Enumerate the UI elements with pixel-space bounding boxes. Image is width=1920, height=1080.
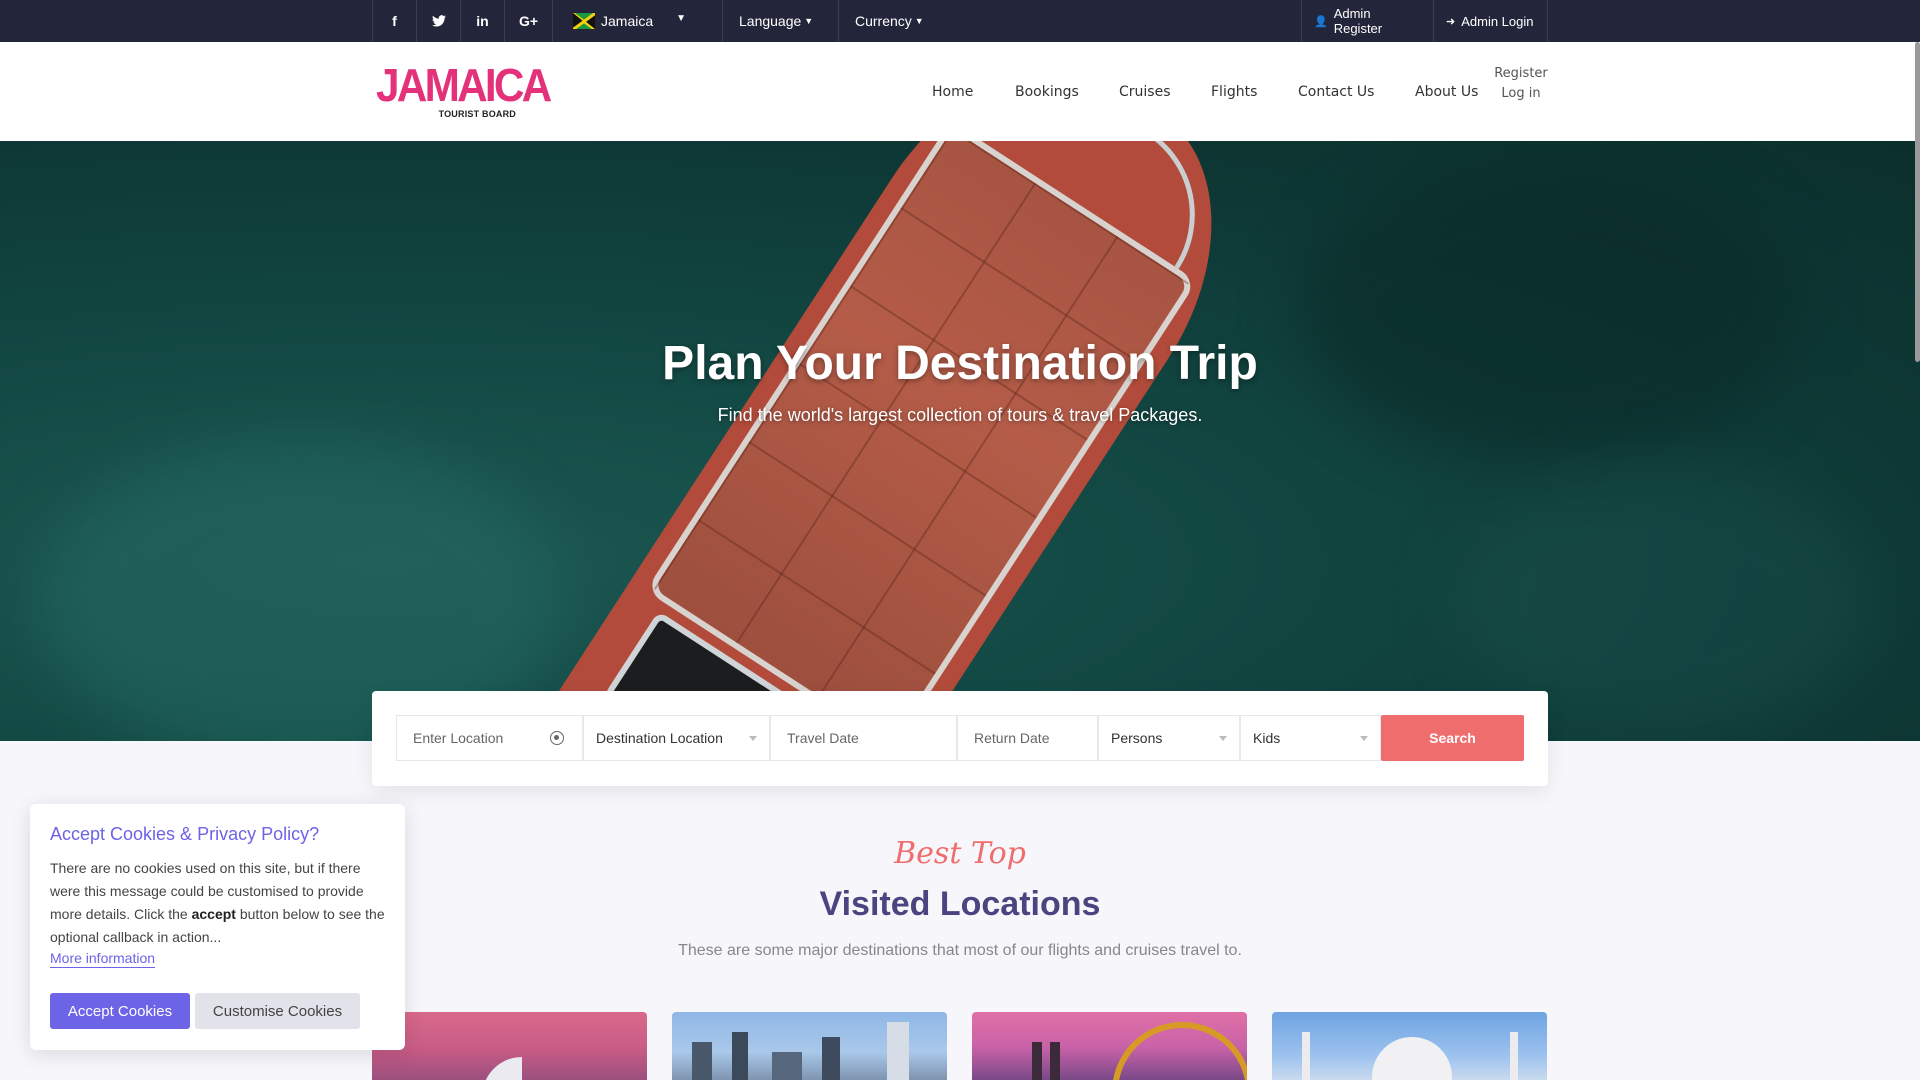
hero-banner: Plan Your Destination Trip Find the worl… [0, 141, 1920, 741]
location-card-taj-mahal[interactable] [1272, 1012, 1547, 1080]
location-input[interactable]: Enter Location [396, 715, 583, 761]
jamaica-flag-icon [573, 13, 595, 29]
register-link[interactable]: Register [1484, 64, 1558, 84]
cookie-consent-popup: Accept Cookies & Privacy Policy? There a… [30, 804, 405, 1050]
admin-login-link[interactable]: ➜ Admin Login [1433, 0, 1548, 42]
hero-subtitle: Find the world's largest collection of t… [717, 405, 1203, 425]
currency-dropdown[interactable]: Currency ▼ [838, 0, 938, 42]
destination-label: Destination Location [596, 730, 723, 746]
admin-login-label: Admin Login [1461, 13, 1534, 29]
chevron-down-icon [749, 736, 757, 741]
location-card-cologne[interactable] [972, 1012, 1247, 1080]
more-information-link[interactable]: More information [50, 949, 156, 968]
nav-flights[interactable]: Flights [1211, 42, 1257, 141]
admin-register-label: Admin Register [1333, 6, 1383, 36]
boat-image [532, 141, 1278, 741]
travel-date-input[interactable]: Travel Date [770, 715, 957, 761]
logo-wordmark: JAMAICA [376, 59, 552, 111]
return-date-placeholder: Return Date [974, 730, 1050, 746]
persons-select[interactable]: Persons [1098, 715, 1240, 761]
hero-title: Plan Your Destination Trip [662, 337, 1258, 390]
chevron-down-icon: ▼ [804, 16, 814, 26]
auth-links: Register Log in [1484, 64, 1558, 104]
nav-bookings[interactable]: Bookings [1015, 42, 1079, 141]
nav-contact-us[interactable]: Contact Us [1298, 42, 1374, 141]
kids-select[interactable]: Kids [1240, 715, 1381, 761]
location-target-icon[interactable] [550, 731, 564, 745]
return-date-input[interactable]: Return Date [957, 715, 1098, 761]
twitter-icon[interactable] [416, 0, 460, 42]
customise-cookies-button[interactable]: Customise Cookies [195, 993, 360, 1029]
country-selector[interactable]: Jamaica ▼ [552, 0, 722, 42]
facebook-icon[interactable]: f [372, 0, 416, 42]
travel-date-placeholder: Travel Date [787, 730, 859, 746]
location-card-chicago[interactable] [672, 1012, 947, 1080]
logo-subtitle: TOURIST BOARD [438, 109, 516, 119]
cookie-message: There are no cookies used on this site, … [50, 857, 385, 949]
cookie-title: Accept Cookies & Privacy Policy? [50, 824, 320, 844]
currency-label: Currency [855, 13, 912, 29]
language-label: Language [739, 13, 802, 29]
location-card-sydney[interactable] [372, 1012, 647, 1080]
site-logo[interactable]: JAMAICA TOURIST BOARD [376, 59, 552, 124]
country-label: Jamaica [601, 13, 654, 29]
chevron-down-icon: ▼ [914, 16, 924, 26]
nav-about-us[interactable]: About Us [1415, 42, 1478, 141]
persons-label: Persons [1111, 730, 1163, 746]
user-icon: 👤 [1314, 15, 1328, 28]
nav-cruises[interactable]: Cruises [1119, 42, 1171, 141]
admin-register-link[interactable]: 👤 Admin Register [1301, 0, 1433, 42]
nav-home[interactable]: Home [932, 42, 973, 141]
top-bar: f in G+ Jamaica ▼ Language ▼ Currency ▼ 👤 … [0, 0, 1920, 42]
cookie-text-bold: accept [191, 906, 236, 922]
chevron-down-icon [1219, 736, 1227, 741]
main-header: JAMAICA TOURIST BOARD Home Bookings Crui… [0, 42, 1920, 141]
kids-label: Kids [1253, 730, 1281, 746]
chevron-down-icon [1360, 736, 1368, 741]
location-placeholder: Enter Location [413, 730, 504, 746]
destination-select[interactable]: Destination Location [583, 715, 770, 761]
chevron-down-icon: ▼ [676, 13, 686, 24]
linkedin-icon[interactable]: in [460, 0, 504, 42]
sign-in-icon: ➜ [1446, 15, 1456, 28]
language-dropdown[interactable]: Language ▼ [722, 0, 838, 42]
login-link[interactable]: Log in [1484, 84, 1558, 104]
search-panel: Enter Location Destination Location Trav… [372, 691, 1548, 786]
page-scrollbar[interactable] [1915, 42, 1920, 362]
accept-cookies-button[interactable]: Accept Cookies [50, 993, 190, 1029]
search-button[interactable]: Search [1381, 715, 1524, 761]
google-plus-icon[interactable]: G+ [504, 0, 552, 42]
